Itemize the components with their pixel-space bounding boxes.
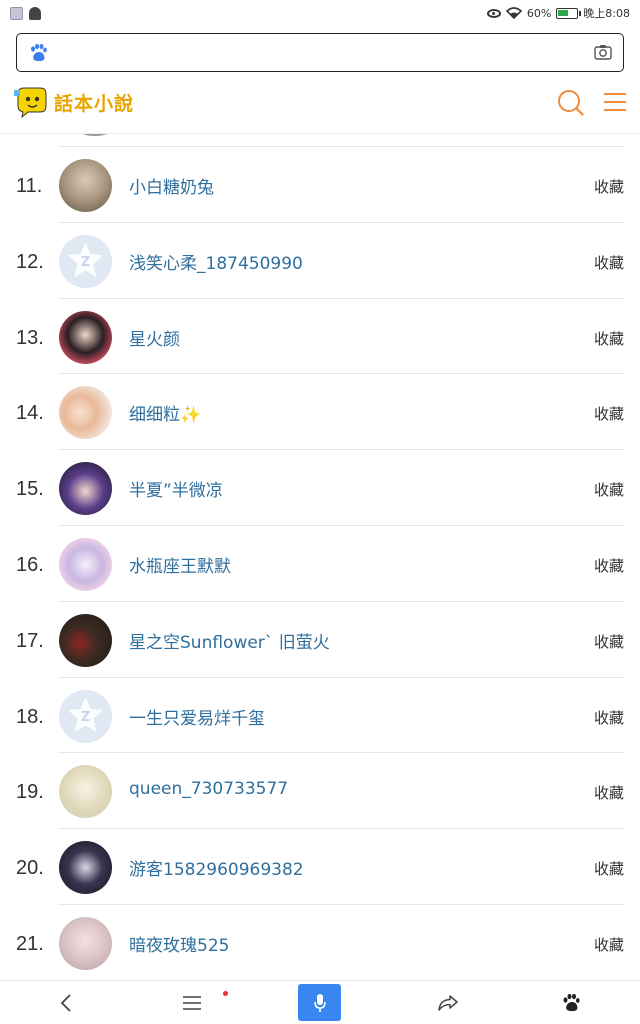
rank-number: 13. xyxy=(16,326,44,349)
back-button[interactable] xyxy=(44,981,88,1024)
share-button[interactable] xyxy=(426,981,470,1024)
rank-number: 15. xyxy=(16,478,44,501)
list-item[interactable]: 13. 星火颜 收藏 xyxy=(0,299,640,375)
rank-number: 19. xyxy=(16,781,44,804)
avatar[interactable] xyxy=(59,537,112,591)
share-icon xyxy=(438,995,458,1011)
eye-comfort-icon xyxy=(486,8,501,18)
avatar xyxy=(80,134,110,136)
rank-number: 21. xyxy=(16,932,44,955)
battery-percent: 60% xyxy=(526,6,552,20)
default-avatar-z-icon: Z xyxy=(68,241,103,277)
svg-text:Z: Z xyxy=(81,255,90,270)
avatar[interactable] xyxy=(59,916,112,970)
list-item[interactable]: 11. 小白糖奶兔 收藏 xyxy=(0,147,640,223)
favorite-button[interactable]: 收藏 xyxy=(594,782,624,803)
status-bar: 60% 晚上8:08 xyxy=(0,0,640,28)
favorite-button[interactable]: 收藏 xyxy=(594,328,624,349)
default-avatar-z-icon: Z xyxy=(68,696,103,732)
search-icon[interactable] xyxy=(557,89,584,116)
logo-text: 話本小說 xyxy=(54,92,135,115)
user-name-link[interactable]: 水瓶座王默默 xyxy=(129,552,231,577)
user-name-link[interactable]: 细细粒✨ xyxy=(129,400,201,425)
notification-dot xyxy=(223,991,228,996)
favorite-button[interactable]: 收藏 xyxy=(594,176,624,197)
user-name-link[interactable]: 浅笑心柔_187450990 xyxy=(129,249,303,274)
avatar[interactable] xyxy=(59,159,112,212)
baidu-home-button[interactable] xyxy=(549,981,593,1024)
svg-text:Z: Z xyxy=(81,710,90,725)
search-bar[interactable] xyxy=(16,33,624,72)
user-name-link[interactable]: 一生只爱易烊千玺 xyxy=(129,704,265,729)
rank-number: 20. xyxy=(16,857,44,880)
list-item-partial xyxy=(58,134,624,147)
list-item[interactable]: 20. 游客1582960969382 收藏 xyxy=(0,829,640,905)
list-item[interactable]: 18. Z 一生只爱易烊千玺 收藏 xyxy=(0,678,640,754)
avatar[interactable] xyxy=(59,462,112,516)
clock: 晚上8:08 xyxy=(583,7,630,20)
favorite-button[interactable]: 收藏 xyxy=(594,858,624,879)
favorite-button[interactable]: 收藏 xyxy=(594,403,624,424)
menu-icon[interactable] xyxy=(603,92,627,112)
rank-number: 12. xyxy=(16,250,44,273)
avatar[interactable] xyxy=(59,765,112,819)
site-logo[interactable]: 話本小說 xyxy=(14,86,134,118)
wifi-icon xyxy=(505,7,522,19)
favorite-button[interactable]: 收藏 xyxy=(594,252,624,273)
list-item[interactable]: 19. queen_730733577 收藏 xyxy=(0,753,640,829)
list-item[interactable]: 17. 星之空Sunflower` 旧萤火 收藏 xyxy=(0,602,640,678)
baidu-paw-icon xyxy=(563,993,580,1012)
list-item[interactable]: 14. 细细粒✨ 收藏 xyxy=(0,374,640,450)
status-notification-icons xyxy=(10,7,41,20)
user-ranking-list[interactable]: 11. 小白糖奶兔 收藏 12. Z 浅笑心柔_187450990 收藏 13. 星火颜 收藏 14… xyxy=(0,134,640,980)
avatar[interactable] xyxy=(59,310,112,364)
rank-number: 11. xyxy=(16,175,43,197)
avatar[interactable] xyxy=(59,841,112,895)
user-name-link[interactable]: 游客1582960969382 xyxy=(129,855,304,880)
voice-search-button[interactable] xyxy=(298,984,341,1021)
list-item[interactable]: 12. Z 浅笑心柔_187450990 收藏 xyxy=(0,223,640,299)
rank-number: 16. xyxy=(16,553,44,576)
avatar[interactable] xyxy=(59,386,112,440)
avatar[interactable]: Z xyxy=(59,234,112,288)
menu-icon xyxy=(183,996,201,1010)
rank-number: 17. xyxy=(16,629,44,652)
user-name-link[interactable]: 半夏”半微凉 xyxy=(129,476,223,501)
favorite-button[interactable]: 收藏 xyxy=(594,934,624,955)
bottom-nav-bar xyxy=(0,980,640,1024)
list-item[interactable]: 21. 暗夜玫瑰525 收藏 xyxy=(0,905,640,980)
status-right: 60% 晚上8:08 xyxy=(486,5,630,21)
site-header: 話本小說 xyxy=(0,80,640,134)
user-name-link[interactable]: 星火颜 xyxy=(129,325,180,350)
avatar[interactable] xyxy=(59,613,112,667)
rows-container: 11. 小白糖奶兔 收藏 12. Z 浅笑心柔_187450990 收藏 13. 星火颜 收藏 14… xyxy=(0,147,640,980)
rank-number: 18. xyxy=(16,705,44,728)
baidu-paw-icon[interactable] xyxy=(28,43,48,63)
notification-app-icon xyxy=(29,7,41,20)
avatar[interactable]: Z xyxy=(59,689,112,743)
user-name-link[interactable]: 暗夜玫瑰525 xyxy=(129,931,229,956)
rank-number: 14. xyxy=(16,402,44,425)
notification-app-icon xyxy=(10,7,23,20)
back-icon xyxy=(60,994,71,1012)
mascot-logo-icon xyxy=(14,87,47,118)
list-item[interactable]: 15. 半夏”半微凉 收藏 xyxy=(0,450,640,526)
user-name-link[interactable]: 星之空Sunflower` 旧萤火 xyxy=(129,628,330,653)
user-name-link[interactable]: 小白糖奶兔 xyxy=(129,173,214,198)
camera-icon[interactable] xyxy=(594,44,612,60)
mic-icon xyxy=(313,993,326,1012)
search-input[interactable] xyxy=(61,40,581,65)
favorite-button[interactable]: 收藏 xyxy=(594,707,624,728)
user-name-link[interactable]: queen_730733577 xyxy=(129,779,288,799)
favorite-button[interactable]: 收藏 xyxy=(594,631,624,652)
battery-icon xyxy=(556,7,582,19)
favorite-button[interactable]: 收藏 xyxy=(594,479,624,500)
list-item[interactable]: 16. 水瓶座王默默 收藏 xyxy=(0,526,640,602)
favorite-button[interactable]: 收藏 xyxy=(594,555,624,576)
menu-button[interactable] xyxy=(170,981,214,1024)
